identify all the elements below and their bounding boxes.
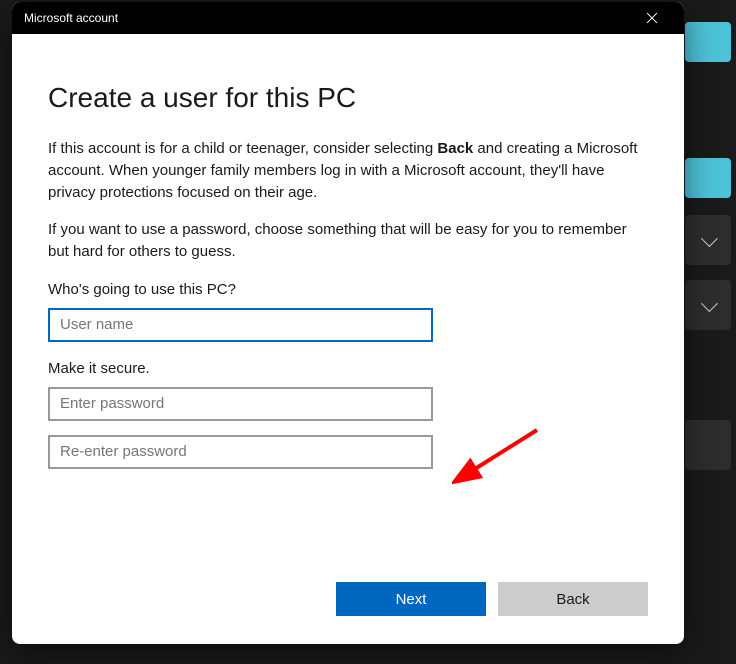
username-input[interactable] xyxy=(48,308,433,342)
dialog-content: Create a user for this PC If this accoun… xyxy=(12,34,684,644)
chevron-down-icon xyxy=(701,230,718,247)
titlebar: Microsoft account xyxy=(12,2,684,34)
intro-text-pre: If this account is for a child or teenag… xyxy=(48,140,437,157)
annotation-arrow xyxy=(452,422,552,492)
account-dialog: Microsoft account Create a user for this… xyxy=(12,2,684,644)
close-button[interactable] xyxy=(632,2,672,34)
password-hint: If you want to use a password, choose so… xyxy=(48,219,648,263)
background-expander[interactable] xyxy=(685,215,731,265)
username-label: Who's going to use this PC? xyxy=(48,281,648,298)
chevron-down-icon xyxy=(701,295,718,312)
next-button[interactable]: Next xyxy=(336,582,486,616)
page-title: Create a user for this PC xyxy=(48,82,648,114)
secure-label: Make it secure. xyxy=(48,360,648,377)
password-input[interactable] xyxy=(48,387,433,421)
background-expander[interactable] xyxy=(685,280,731,330)
intro-paragraph: If this account is for a child or teenag… xyxy=(48,138,648,203)
intro-text-bold: Back xyxy=(437,140,473,157)
close-icon xyxy=(647,13,657,23)
window-title: Microsoft account xyxy=(24,11,632,25)
background-expander[interactable] xyxy=(685,420,731,470)
dialog-footer: Next Back xyxy=(336,582,648,616)
background-tile xyxy=(685,158,731,198)
back-button[interactable]: Back xyxy=(498,582,648,616)
background-tile xyxy=(685,22,731,62)
password-confirm-input[interactable] xyxy=(48,435,433,469)
